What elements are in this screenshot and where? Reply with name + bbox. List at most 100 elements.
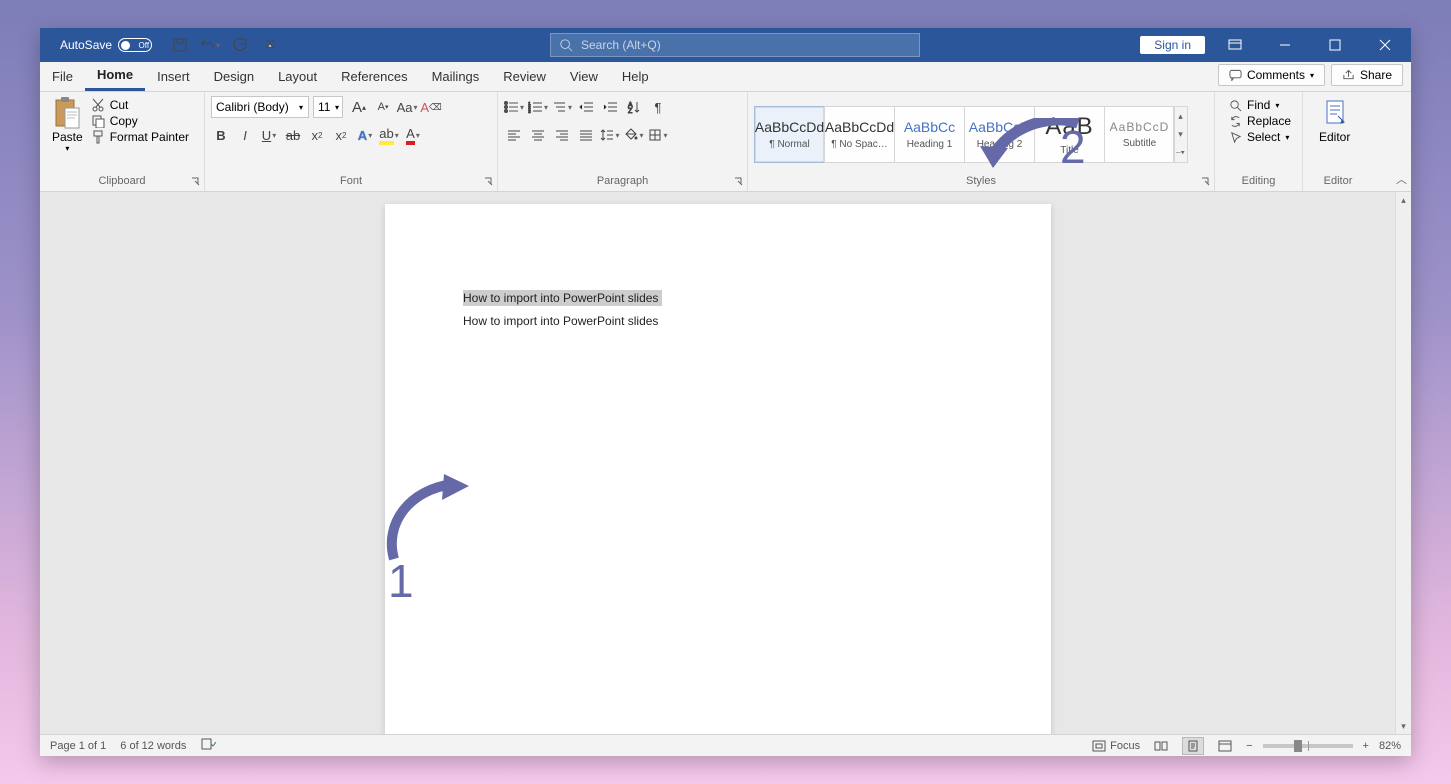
undo-icon[interactable]: ▾ bbox=[200, 34, 220, 56]
align-left-icon[interactable] bbox=[504, 124, 524, 146]
maximize-icon[interactable] bbox=[1315, 29, 1355, 61]
zoom-in-icon[interactable]: + bbox=[1363, 740, 1369, 752]
font-name-input[interactable] bbox=[211, 96, 309, 118]
zoom-slider[interactable] bbox=[1263, 744, 1353, 748]
format-painter-button[interactable]: Format Painter bbox=[91, 130, 189, 144]
clipboard-launcher-icon[interactable] bbox=[189, 176, 201, 188]
chevron-down-icon[interactable]: ▾ bbox=[1174, 125, 1187, 143]
tab-home[interactable]: Home bbox=[85, 61, 145, 91]
select-button[interactable]: Select▾ bbox=[1229, 130, 1291, 144]
document-page[interactable]: How to import into PowerPoint slides How… bbox=[385, 204, 1051, 734]
align-center-icon[interactable] bbox=[528, 124, 548, 146]
zoom-level[interactable]: 82% bbox=[1379, 740, 1401, 752]
justify-icon[interactable] bbox=[576, 124, 596, 146]
print-layout-icon[interactable] bbox=[1182, 737, 1204, 755]
redo-icon[interactable] bbox=[230, 34, 250, 56]
style-no-spacing[interactable]: AaBbCcDd¶ No Spac… bbox=[824, 106, 895, 163]
vertical-scrollbar[interactable]: ▴ ▾ bbox=[1395, 192, 1411, 734]
document-area: How to import into PowerPoint slides How… bbox=[40, 192, 1411, 734]
strikethrough-button[interactable]: ab bbox=[283, 124, 303, 146]
styles-group-label: Styles bbox=[966, 175, 996, 187]
sort-icon[interactable]: AZ bbox=[624, 96, 644, 118]
ribbon-display-icon[interactable] bbox=[1215, 29, 1255, 61]
page-indicator[interactable]: Page 1 of 1 bbox=[50, 740, 106, 752]
scroll-down-icon[interactable]: ▾ bbox=[1396, 718, 1411, 734]
shading-icon[interactable]: ▾ bbox=[624, 124, 644, 146]
styles-launcher-icon[interactable] bbox=[1199, 176, 1211, 188]
show-marks-icon[interactable]: ¶ bbox=[648, 96, 668, 118]
style-heading-1[interactable]: AaBbCcHeading 1 bbox=[894, 106, 965, 163]
paste-button[interactable]: Paste ▾ bbox=[46, 96, 89, 173]
tab-review[interactable]: Review bbox=[491, 61, 558, 91]
highlight-icon[interactable]: ab▾ bbox=[379, 124, 399, 146]
replace-icon bbox=[1229, 115, 1242, 128]
borders-icon[interactable]: ▾ bbox=[648, 124, 668, 146]
multilevel-list-icon[interactable]: ▾ bbox=[552, 96, 572, 118]
numbering-icon[interactable]: 123▾ bbox=[528, 96, 548, 118]
grow-font-icon[interactable]: A▴ bbox=[349, 96, 369, 118]
chevron-up-icon[interactable]: ▴ bbox=[1174, 107, 1187, 125]
autosave-switch-off[interactable]: Off bbox=[118, 38, 152, 52]
tab-file[interactable]: File bbox=[40, 61, 85, 91]
shrink-font-icon[interactable]: A▾ bbox=[373, 96, 393, 118]
tab-help[interactable]: Help bbox=[610, 61, 661, 91]
tab-references[interactable]: References bbox=[329, 61, 419, 91]
group-editor: Editor Editor bbox=[1303, 92, 1373, 191]
focus-mode-button[interactable]: Focus bbox=[1092, 740, 1140, 752]
copy-button[interactable]: Copy bbox=[91, 114, 189, 128]
comments-button[interactable]: Comments▾ bbox=[1218, 64, 1325, 86]
save-icon[interactable] bbox=[170, 34, 190, 56]
read-mode-icon[interactable] bbox=[1150, 737, 1172, 755]
tab-layout[interactable]: Layout bbox=[266, 61, 329, 91]
decrease-indent-icon[interactable] bbox=[576, 96, 596, 118]
clear-formatting-icon[interactable]: A⌫ bbox=[421, 96, 441, 118]
find-button[interactable]: Find▾ bbox=[1229, 98, 1291, 112]
style-normal[interactable]: AaBbCcDd¶ Normal bbox=[754, 106, 825, 163]
tab-insert[interactable]: Insert bbox=[145, 61, 202, 91]
tab-view[interactable]: View bbox=[558, 61, 610, 91]
word-count[interactable]: 6 of 12 words bbox=[120, 740, 186, 752]
zoom-out-icon[interactable]: − bbox=[1246, 740, 1252, 752]
qat-more-icon[interactable] bbox=[260, 34, 280, 56]
document-line-selected[interactable]: How to import into PowerPoint slides bbox=[463, 290, 662, 306]
spellcheck-icon[interactable] bbox=[200, 737, 216, 754]
underline-button[interactable]: U▾ bbox=[259, 124, 279, 146]
scroll-up-icon[interactable]: ▴ bbox=[1396, 192, 1411, 208]
web-layout-icon[interactable] bbox=[1214, 737, 1236, 755]
sign-in-button[interactable]: Sign in bbox=[1140, 36, 1205, 54]
bullets-icon[interactable]: ▾ bbox=[504, 96, 524, 118]
minimize-icon[interactable] bbox=[1265, 29, 1305, 61]
italic-button[interactable]: I bbox=[235, 124, 255, 146]
cut-button[interactable]: Cut bbox=[91, 98, 189, 112]
styles-gallery-scroll[interactable]: ▴▾⎯▾ bbox=[1173, 106, 1188, 163]
line-spacing-icon[interactable]: ▾ bbox=[600, 124, 620, 146]
collapse-ribbon-icon[interactable]: ︿ bbox=[1396, 171, 1407, 187]
editor-button[interactable]: Editor bbox=[1309, 96, 1360, 173]
comment-icon bbox=[1229, 69, 1242, 81]
bold-button[interactable]: B bbox=[211, 124, 231, 146]
paragraph-launcher-icon[interactable] bbox=[732, 176, 744, 188]
style-heading-2[interactable]: AaBbCcDHeading 2 bbox=[964, 106, 1035, 163]
tab-design[interactable]: Design bbox=[202, 61, 266, 91]
font-color-icon[interactable]: A▾ bbox=[403, 124, 423, 146]
gallery-expand-icon[interactable]: ⎯▾ bbox=[1174, 144, 1187, 162]
align-right-icon[interactable] bbox=[552, 124, 572, 146]
close-icon[interactable] bbox=[1365, 29, 1405, 61]
font-group-label: Font bbox=[340, 175, 362, 187]
change-case-icon[interactable]: Aa▾ bbox=[397, 96, 417, 118]
font-launcher-icon[interactable] bbox=[482, 176, 494, 188]
superscript-button[interactable]: x2 bbox=[331, 124, 351, 146]
annotation-number-1: 1 bbox=[388, 554, 414, 608]
text-effects-icon[interactable]: A▾ bbox=[355, 124, 375, 146]
subscript-button[interactable]: x2 bbox=[307, 124, 327, 146]
increase-indent-icon[interactable] bbox=[600, 96, 620, 118]
tab-mailings[interactable]: Mailings bbox=[420, 61, 492, 91]
style-subtitle[interactable]: AaBbCcDSubtitle bbox=[1104, 106, 1175, 163]
replace-button[interactable]: Replace bbox=[1229, 114, 1291, 128]
paste-label: Paste bbox=[52, 130, 83, 144]
share-button[interactable]: Share bbox=[1331, 64, 1403, 86]
document-line[interactable]: How to import into PowerPoint slides bbox=[463, 314, 658, 328]
search-box[interactable]: Search (Alt+Q) bbox=[550, 33, 920, 57]
status-bar: Page 1 of 1 6 of 12 words Focus − + 82% bbox=[40, 734, 1411, 756]
autosave-toggle[interactable]: AutoSave Off bbox=[60, 38, 152, 52]
